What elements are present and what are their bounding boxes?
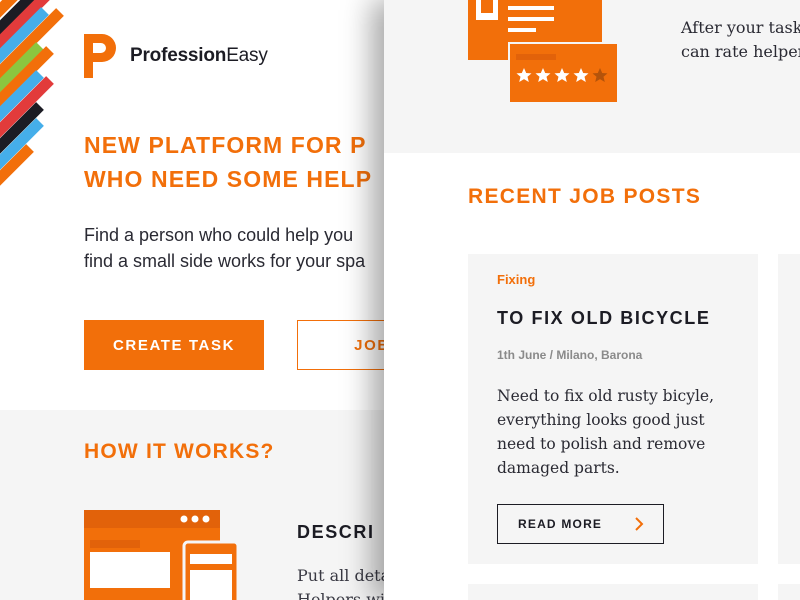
rating-text: After your task can rate helper: [681, 16, 800, 64]
job-meta: 1th June / Milano, Barona: [497, 348, 643, 362]
rating-text-line: After your task: [681, 18, 800, 37]
hero-title: NEW PLATFORM FOR P WHO NEED SOME HELP: [84, 128, 404, 196]
job-description: Need to fix old rusty bicyle, everything…: [497, 387, 715, 477]
stripes-graphic: [0, 0, 64, 186]
logo-mark-icon: [84, 34, 116, 78]
recent-job-posts-title: RECENT JOB POSTS: [468, 185, 702, 208]
step-title: DESCRI: [297, 522, 375, 542]
hero-subtitle-line: Find a person who could help you: [84, 225, 354, 245]
decorative-stripes: [0, 0, 70, 200]
job-card-partial[interactable]: [778, 254, 800, 564]
rating-text-line: can rate helper: [681, 42, 800, 61]
hero-subtitle: Find a person who could help you find a …: [84, 222, 394, 274]
brand-name: ProfessionEasy: [130, 45, 268, 67]
job-card-partial[interactable]: [468, 584, 758, 600]
read-more-label: READ MORE: [518, 517, 603, 531]
brand-name-regular: Easy: [226, 45, 268, 66]
job-card[interactable]: Fixing TO FIX OLD BICYCLE 1th June / Mil…: [468, 254, 758, 564]
hero-subtitle-line: find a small side works for your spa: [84, 251, 366, 271]
landing-page-front: After your task can rate helper RECENT J…: [384, 0, 800, 600]
read-more-button[interactable]: READ MORE: [497, 504, 664, 544]
job-title[interactable]: TO FIX OLD BICYCLE: [497, 308, 710, 329]
create-task-button[interactable]: CREATE TASK: [84, 320, 264, 370]
chevron-right-icon: [635, 517, 644, 531]
how-it-works-title: HOW IT WORKS?: [84, 440, 275, 463]
job-category[interactable]: Fixing: [497, 272, 535, 287]
logo[interactable]: ProfessionEasy: [84, 34, 268, 78]
brand-name-bold: Profession: [130, 45, 227, 66]
hero-title-line: WHO NEED SOME HELP: [84, 166, 373, 192]
hero-title-line: NEW PLATFORM FOR P: [84, 132, 367, 158]
browser-mobile-illustration: [84, 510, 240, 600]
rating-card-illustration: [468, 0, 618, 104]
job-card-partial[interactable]: [778, 584, 800, 600]
